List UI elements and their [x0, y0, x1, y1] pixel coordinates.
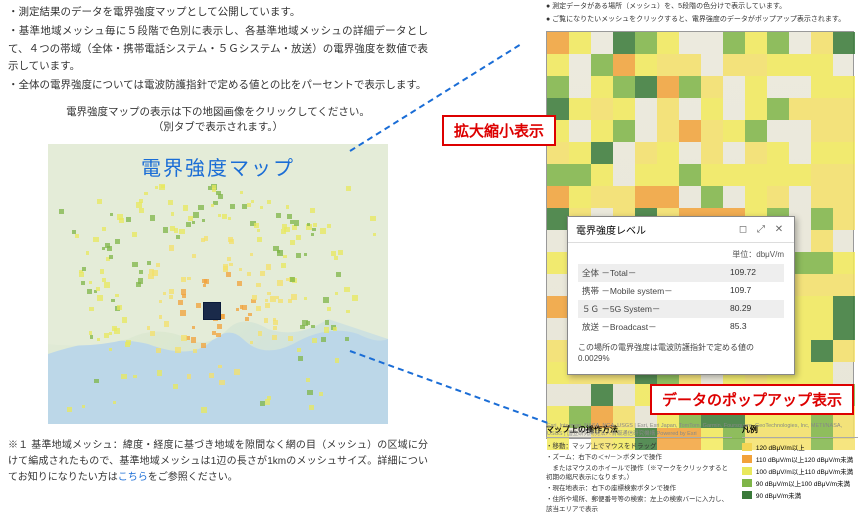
operations-col: マップ上の操作方法 ・移動：マップ上でマウスをドラッグ・ズーム：右下の＜+/－＞… — [546, 424, 732, 515]
overview-map[interactable]: 電界強度マップ — [48, 144, 388, 424]
right-panel: ● 測定データがある場所（メッシュ）を、5段階の色分けで表示しています。 ● ご… — [540, 0, 860, 514]
left-panel: ・測定結果のデータを電界強度マップとして公開しています。 ・基準地域メッシュ毎に… — [8, 4, 428, 486]
popup-title: 電界強度レベル — [576, 222, 732, 237]
bullet-2: ・基準地域メッシュ毎に５段階で色別に表示し、各基準地域メッシュの詳細データとして… — [8, 23, 428, 75]
data-popup: 電界強度レベル ◻ ⤢ ✕ 単位：dbμV/m 全体 －Total－109.72… — [567, 216, 795, 375]
legend-item: 90 dBμV/m未満 — [742, 490, 858, 500]
right-note-1: ● 測定データがある場所（メッシュ）を、5段階の色分けで表示しています。 — [546, 2, 860, 13]
legend-item: 110 dBμV/m以上120 dBμV/m未満 — [742, 454, 858, 464]
legend-item: 90 dBμV/m以上100 dBμV/m未満 — [742, 478, 858, 488]
dock-icon[interactable]: ◻ — [736, 223, 750, 237]
ops-item: ・現在地表示：右下の座標検索ボタンで操作 — [546, 484, 732, 494]
map-marker — [203, 302, 221, 320]
detail-map[interactable]: 電界強度レベル ◻ ⤢ ✕ 単位：dbμV/m 全体 －Total－109.72… — [546, 31, 854, 439]
legend-item: 100 dBμV/m以上110 dBμV/m未満 — [742, 466, 858, 476]
right-note-2: ● ご覧になりたいメッシュをクリックすると、電界強度のデータがポップアップ表示さ… — [546, 15, 860, 26]
kochira-link[interactable]: こちら — [118, 472, 148, 483]
map-caption: 電界強度マップの表示は下の地図画像をクリックしてください。 （別タブで表示されま… — [8, 105, 428, 137]
map-credit: Esri, Intermap, NASA, NGA, USGS | Esri, … — [547, 423, 851, 437]
bottom-panel: マップ上の操作方法 ・移動：マップ上でマウスをドラッグ・ズーム：右下の＜+/－＞… — [546, 424, 858, 515]
popup-row: 放送 －Broadcast－85.3 — [578, 318, 784, 336]
expand-icon[interactable]: ⤢ — [754, 223, 768, 237]
popup-row: 全体 －Total－109.72 — [578, 264, 784, 282]
popup-callout: データのポップアップ表示 — [650, 384, 854, 415]
close-icon[interactable]: ✕ — [772, 223, 786, 237]
bullet-3: ・全体の電界強度については電波防護指針で定める値との比をパーセントで表示します。 — [8, 77, 428, 94]
popup-unit: 単位：dbμV/m — [578, 249, 784, 260]
map-title: 電界強度マップ — [48, 152, 388, 181]
ops-item: ・ズーム：右下の＜+/－＞ボタンで操作 — [546, 453, 732, 463]
ops-item: ・住所や場所、郵便番号等の検索：左上の検索バーに入力し、該当エリアで表示 — [546, 495, 732, 515]
popup-row: 携帯 －Mobile system－109.7 — [578, 282, 784, 300]
ops-item: ・移動：マップ上でマウスをドラッグ — [546, 442, 732, 452]
zoom-callout: 拡大縮小表示 — [442, 115, 556, 146]
legend-item: 120 dBμV/m以上 — [742, 442, 858, 452]
bullet-1: ・測定結果のデータを電界強度マップとして公開しています。 — [8, 4, 428, 21]
popup-row: ５Ｇ －5G System－80.29 — [578, 300, 784, 318]
ops-item: またはマウスのホイールで操作（※マークをクリックすると初期の縮尺表示になります。… — [546, 464, 732, 484]
legend-col: 凡例 120 dBμV/m以上110 dBμV/m以上120 dBμV/m未満1… — [742, 424, 858, 515]
popup-footnote: この場所の電界強度は電波防護指針で定める値の0.0029% — [578, 342, 784, 364]
footnote: ※１ 基準地域メッシュ：緯度・経度に基づき地域を隙間なく網の目（メッシュ）の区域… — [8, 438, 428, 486]
